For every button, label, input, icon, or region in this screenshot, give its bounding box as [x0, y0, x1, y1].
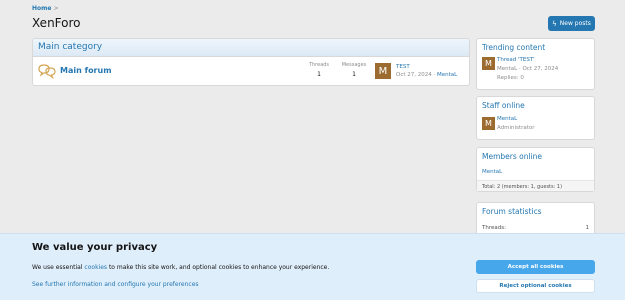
reject-optional-cookies-button[interactable]: Reject optional cookies [476, 279, 595, 293]
members-online-total: Total: 2 (members: 1, guests: 1) [477, 180, 594, 191]
cookie-consent-banner: We value your privacy We use essential c… [0, 233, 625, 300]
staff-user-link[interactable]: MentaL [497, 116, 517, 122]
breadcrumb: Home > [32, 5, 59, 12]
cookie-message-text: We use essential [32, 264, 85, 271]
trending-thread-meta: MentaL · Oct 27, 2024 [497, 66, 559, 72]
messages-stat: Messages 1 [339, 62, 369, 78]
cookie-title: We value your privacy [32, 242, 158, 253]
cookie-message: We use essential cookies to make this si… [32, 264, 329, 271]
cookie-preferences-link[interactable]: See further information and configure yo… [32, 281, 199, 288]
stats-threads-value: 1 [585, 225, 590, 231]
forum-row: Main forum Threads 1 Messages 1 M TEST O… [33, 57, 469, 85]
cookie-message-text-end: to make this site work, and optional coo… [107, 264, 330, 271]
breadcrumb-separator: > [53, 5, 59, 12]
member-link[interactable]: MentaL [482, 169, 502, 175]
threads-stat-row: Threads: 1 [482, 225, 589, 231]
last-post-date[interactable]: Oct 27, 2024 [396, 72, 432, 78]
members-online-title[interactable]: Members online [477, 148, 594, 165]
cookies-link[interactable]: cookies [84, 264, 107, 271]
trending-content-widget: Trending content M Thread 'TEST' MentaL … [476, 38, 595, 90]
forum-category-block: Main category Main forum Threads 1 Messa… [32, 38, 470, 86]
threads-stat: Threads 1 [304, 62, 334, 78]
avatar[interactable]: M [375, 63, 391, 79]
meta-separator: · [433, 72, 436, 78]
trending-thread-replies: Replies: 0 [497, 75, 524, 81]
last-post-title-link[interactable]: TEST [396, 64, 410, 70]
staff-user-role: Administrator [497, 125, 535, 131]
messages-label: Messages [341, 62, 367, 68]
staff-online-title[interactable]: Staff online [477, 97, 594, 114]
chat-bubbles-icon [37, 63, 57, 83]
avatar[interactable]: M [482, 117, 495, 130]
breadcrumb-home-link[interactable]: Home [32, 5, 51, 12]
new-posts-label: New posts [559, 20, 591, 27]
stats-threads-label: Threads: [482, 225, 506, 231]
accept-all-cookies-button[interactable]: Accept all cookies [476, 260, 595, 274]
threads-count: 1 [317, 71, 321, 78]
forum-title-link[interactable]: Main forum [60, 66, 112, 75]
lightning-icon: ϟ [552, 19, 557, 28]
trending-thread-link[interactable]: Thread 'TEST' [497, 57, 535, 63]
messages-count: 1 [352, 71, 356, 78]
last-post-user-link[interactable]: MentaL [437, 72, 457, 78]
threads-label: Threads [308, 62, 330, 68]
staff-online-widget: Staff online M MentaL Administrator [476, 96, 595, 140]
page-title: XenForo [32, 16, 81, 30]
members-online-widget: Members online MentaL Total: 2 (members:… [476, 147, 595, 192]
forum-statistics-title: Forum statistics [482, 207, 542, 216]
last-post-meta: Oct 27, 2024 · MentaL [396, 72, 457, 78]
trending-content-title: Trending content [482, 43, 546, 52]
category-title[interactable]: Main category [33, 39, 469, 57]
avatar[interactable]: M [482, 57, 495, 70]
new-posts-button[interactable]: ϟ New posts [548, 16, 595, 31]
